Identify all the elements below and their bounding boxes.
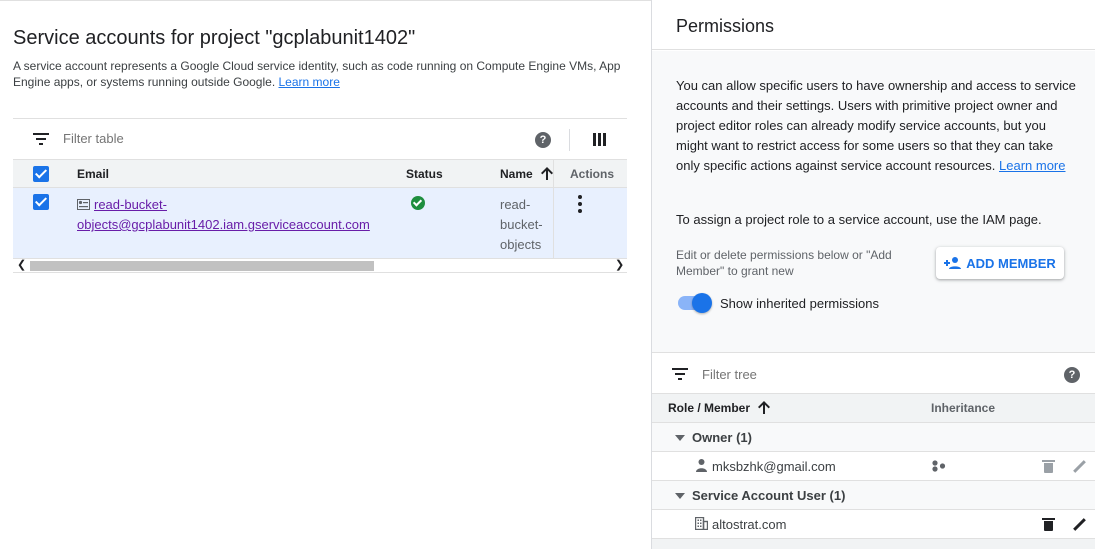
person-icon bbox=[696, 459, 707, 472]
domain-icon bbox=[695, 517, 708, 530]
edit-hint-text: Edit or delete permissions below or "Add… bbox=[676, 248, 892, 278]
horizontal-scrollbar[interactable]: ❮ ❯ bbox=[13, 258, 627, 273]
toggle-label: Show inherited permissions bbox=[720, 296, 879, 311]
actions-cell bbox=[553, 188, 627, 258]
filter-icon[interactable] bbox=[672, 368, 688, 381]
filter-table-input[interactable] bbox=[63, 131, 483, 146]
role-group-owner[interactable]: Owner (1) bbox=[652, 423, 1095, 452]
select-all-checkbox[interactable] bbox=[33, 166, 49, 182]
column-name[interactable]: Name bbox=[500, 167, 554, 181]
row-checkbox[interactable] bbox=[33, 194, 49, 210]
name-cell: read- bucket- objects bbox=[500, 195, 543, 255]
scrollbar-thumb[interactable] bbox=[30, 261, 374, 271]
name-line-3: objects bbox=[500, 237, 542, 252]
page-title: Service accounts for project "gcplabunit… bbox=[13, 27, 416, 49]
member-row: altostrat.com bbox=[652, 510, 1095, 539]
expand-caret-icon[interactable] bbox=[675, 493, 685, 499]
member-row: mksbzhk@gmail.com bbox=[652, 452, 1095, 481]
filter-icon[interactable] bbox=[33, 132, 49, 146]
learn-more-link[interactable]: Learn more bbox=[279, 75, 340, 89]
tree-help-icon[interactable]: ? bbox=[1064, 367, 1080, 383]
column-inheritance: Inheritance bbox=[931, 401, 996, 415]
service-accounts-panel: Service accounts for project "gcplabunit… bbox=[0, 0, 651, 549]
member-email: mksbzhk@gmail.com bbox=[712, 459, 836, 474]
permissions-title: Permissions bbox=[676, 16, 775, 36]
inherited-icon bbox=[932, 460, 946, 472]
permissions-info: You can allow specific users to have own… bbox=[652, 51, 1095, 353]
panel-footer-strip bbox=[652, 539, 1095, 549]
permissions-header: Permissions bbox=[652, 0, 1095, 50]
column-display-icon[interactable] bbox=[593, 133, 606, 146]
delete-icon[interactable] bbox=[1042, 518, 1055, 531]
status-enabled-icon bbox=[411, 196, 425, 210]
name-line-2: bucket- bbox=[500, 217, 543, 232]
column-role-member[interactable]: Role / Member bbox=[668, 401, 771, 415]
name-line-1: read- bbox=[500, 197, 531, 212]
sort-up-icon bbox=[758, 401, 771, 414]
email-link[interactable]: read-bucket- bbox=[94, 197, 167, 212]
permissions-panel: Permissions You can allow specific users… bbox=[651, 0, 1095, 549]
delete-icon[interactable] bbox=[1042, 460, 1055, 473]
column-status[interactable]: Status bbox=[406, 167, 443, 181]
add-person-icon bbox=[944, 257, 962, 269]
scroll-left-icon[interactable]: ❮ bbox=[17, 259, 26, 272]
actions-header-cell: Actions bbox=[553, 160, 627, 187]
table-row[interactable]: read-bucket- objects@gcplabunit1402.iam.… bbox=[13, 188, 627, 258]
role-label: Service Account User (1) bbox=[692, 488, 846, 503]
assign-role-text: To assign a project role to a service ac… bbox=[676, 212, 1042, 227]
tree-header: Role / Member Inheritance bbox=[652, 394, 1095, 423]
add-member-label: ADD MEMBER bbox=[966, 255, 1056, 271]
filter-tree-input[interactable] bbox=[702, 367, 1022, 382]
column-role-member-label: Role / Member bbox=[668, 401, 751, 415]
scroll-right-icon[interactable]: ❯ bbox=[615, 259, 624, 272]
role-label: Owner (1) bbox=[692, 430, 752, 445]
email-cell: read-bucket- objects@gcplabunit1402.iam.… bbox=[77, 195, 397, 235]
edit-icon[interactable] bbox=[1073, 460, 1086, 473]
table-header: Email Status Name Actions bbox=[13, 159, 627, 188]
expand-caret-icon[interactable] bbox=[675, 435, 685, 441]
more-actions-icon[interactable] bbox=[578, 195, 582, 213]
service-account-icon bbox=[77, 199, 90, 210]
inherited-permissions-toggle[interactable] bbox=[676, 293, 712, 313]
help-icon[interactable]: ? bbox=[535, 132, 551, 148]
column-actions: Actions bbox=[570, 167, 615, 181]
sort-up-icon bbox=[541, 167, 554, 180]
page-description: A service account represents a Google Cl… bbox=[13, 58, 628, 90]
service-accounts-table: ? Email Status Name Actions bbox=[13, 118, 627, 273]
add-member-button[interactable]: ADD MEMBER bbox=[936, 247, 1064, 279]
column-email[interactable]: Email bbox=[77, 167, 109, 181]
permissions-tree: ? Role / Member Inheritance Owner (1) mk… bbox=[652, 354, 1095, 539]
column-name-label: Name bbox=[500, 167, 533, 181]
toolbar-divider bbox=[569, 129, 570, 151]
role-group-service-account-user[interactable]: Service Account User (1) bbox=[652, 481, 1095, 510]
tree-filter-bar: ? bbox=[652, 354, 1095, 394]
table-filter-bar: ? bbox=[13, 118, 627, 159]
member-domain: altostrat.com bbox=[712, 517, 787, 532]
permissions-learn-more-link[interactable]: Learn more bbox=[999, 158, 1065, 173]
email-link-continued[interactable]: objects@gcplabunit1402.iam.gserviceaccou… bbox=[77, 217, 370, 232]
permissions-intro: You can allow specific users to have own… bbox=[676, 76, 1078, 176]
edit-icon[interactable] bbox=[1073, 518, 1086, 531]
